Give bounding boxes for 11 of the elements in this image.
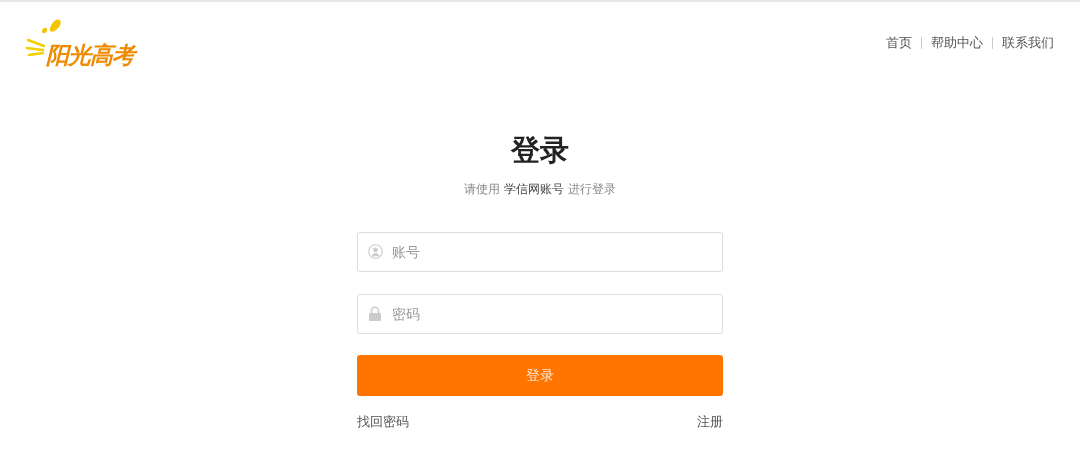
account-field[interactable]: 账号 bbox=[357, 232, 723, 272]
forgot-password-link[interactable]: 找回密码 bbox=[357, 413, 409, 431]
user-icon bbox=[368, 244, 383, 259]
password-field[interactable]: 密码 bbox=[357, 294, 723, 334]
nav-link[interactable]: 首页 bbox=[886, 34, 912, 52]
nav-link[interactable]: 帮助中心 bbox=[931, 34, 983, 52]
lock-icon bbox=[368, 306, 382, 321]
nav-link[interactable]: 联系我们 bbox=[1002, 34, 1054, 52]
register-link[interactable]: 注册 bbox=[697, 413, 723, 431]
page-title: 登录 bbox=[511, 132, 569, 168]
subtitle: 请使用 学信网账号 进行登录 bbox=[464, 181, 616, 198]
